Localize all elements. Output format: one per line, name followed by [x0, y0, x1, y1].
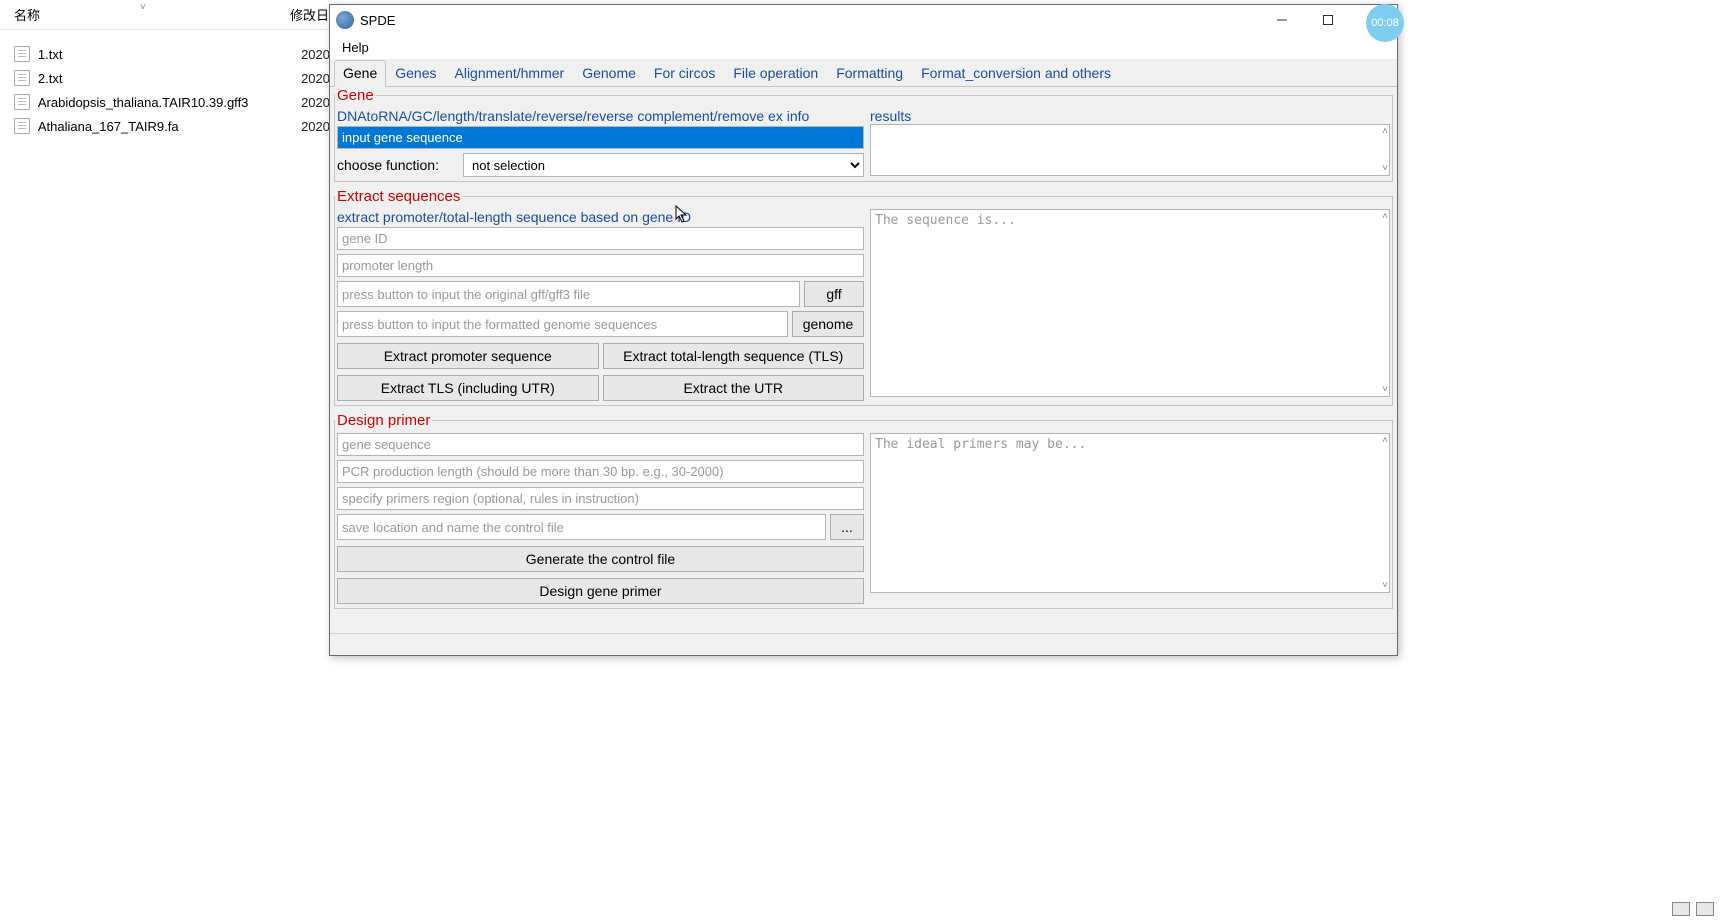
tab-file-operation[interactable]: File operation — [724, 60, 827, 86]
design-gene-primer-button[interactable]: Design gene primer — [337, 578, 864, 604]
genome-path-input[interactable] — [337, 311, 788, 337]
primers-region-input[interactable] — [337, 487, 864, 510]
menu-help[interactable]: Help — [336, 38, 375, 57]
file-name: 2.txt — [38, 71, 301, 86]
file-icon — [14, 70, 30, 86]
generate-control-file-button[interactable]: Generate the control file — [337, 546, 864, 572]
file-name: Arabidopsis_thaliana.TAIR10.39.gff3 — [38, 95, 301, 110]
file-name: Athaliana_167_TAIR9.fa — [38, 119, 301, 134]
tray-icon[interactable] — [1696, 902, 1714, 916]
tab-genes[interactable]: Genes — [386, 60, 445, 86]
primer-results-output[interactable] — [870, 433, 1390, 593]
scroll-down-icon[interactable]: ˅ — [1382, 580, 1388, 591]
extract-legend: Extract sequences — [335, 188, 462, 205]
tabbar: Gene Genes Alignment/hmmer Genome For ci… — [330, 59, 1397, 87]
scroll-down-icon[interactable]: ˅ — [1382, 384, 1388, 395]
app-icon — [336, 11, 354, 29]
tray-icons — [1672, 902, 1714, 916]
extract-desc-label: extract promoter/total-length sequence b… — [337, 209, 864, 227]
choose-function-label: choose function: — [337, 157, 457, 173]
titlebar: SPDE — [330, 5, 1397, 35]
extract-utr-button[interactable]: Extract the UTR — [603, 375, 865, 401]
column-date-header[interactable]: 修改日 — [290, 5, 330, 24]
gene-sequence-input[interactable] — [337, 126, 864, 149]
gff-browse-button[interactable]: gff — [804, 281, 864, 307]
minimize-button[interactable] — [1259, 5, 1305, 35]
gene-desc-label: DNAtoRNA/GC/length/translate/reverse/rev… — [337, 108, 864, 126]
scroll-down-icon[interactable]: ˅ — [1382, 163, 1388, 174]
pcr-length-input[interactable] — [337, 460, 864, 483]
choose-function-select[interactable]: not selection — [463, 153, 864, 177]
file-row[interactable]: Athaliana_167_TAIR9.fa 2020 — [0, 114, 330, 138]
extract-sequences-group: Extract sequences extract promoter/total… — [334, 188, 1393, 406]
file-date: 2020 — [301, 71, 330, 86]
tab-genome[interactable]: Genome — [573, 60, 645, 86]
design-primer-group: Design primer ... Generate the control f… — [334, 412, 1393, 609]
control-file-browse-button[interactable]: ... — [830, 514, 864, 540]
tab-format-conversion[interactable]: Format_conversion and others — [912, 60, 1120, 86]
primer-legend: Design primer — [335, 412, 432, 429]
scroll-up-icon[interactable]: ˄ — [1382, 435, 1388, 446]
tab-gene[interactable]: Gene — [334, 60, 386, 87]
promoter-length-input[interactable] — [337, 254, 864, 277]
file-icon — [14, 46, 30, 62]
extract-tls-utr-button[interactable]: Extract TLS (including UTR) — [337, 375, 599, 401]
results-label: results — [870, 108, 1390, 124]
recording-timer-badge: 00:08 — [1366, 4, 1404, 42]
statusbar — [330, 633, 1397, 655]
scroll-up-icon[interactable]: ˄ — [1382, 211, 1388, 222]
extract-tls-button[interactable]: Extract total-length sequence (TLS) — [603, 343, 865, 369]
gene-results-output[interactable] — [870, 124, 1390, 176]
gene-group: Gene DNAtoRNA/GC/length/translate/revers… — [334, 87, 1393, 182]
window-title: SPDE — [360, 13, 395, 28]
extract-results-output[interactable] — [870, 209, 1390, 397]
control-file-path-input[interactable] — [337, 514, 826, 540]
file-date: 2020 — [301, 47, 330, 62]
file-row[interactable]: 2.txt 2020 — [0, 66, 330, 90]
extract-promoter-button[interactable]: Extract promoter sequence — [337, 343, 599, 369]
file-list: 1.txt 2020 2.txt 2020 Arabidopsis_thalia… — [0, 30, 330, 138]
gene-id-input[interactable] — [337, 227, 864, 250]
file-row[interactable]: Arabidopsis_thaliana.TAIR10.39.gff3 2020 — [0, 90, 330, 114]
tab-content: Gene DNAtoRNA/GC/length/translate/revers… — [330, 87, 1397, 633]
file-date: 2020 — [301, 119, 330, 134]
tab-alignment-hmmer[interactable]: Alignment/hmmer — [446, 60, 574, 86]
gff-path-input[interactable] — [337, 281, 800, 307]
file-name: 1.txt — [38, 47, 301, 62]
tab-for-circos[interactable]: For circos — [645, 60, 724, 86]
menubar: Help — [330, 35, 1397, 59]
file-icon — [14, 118, 30, 134]
gene-legend: Gene — [335, 87, 376, 104]
primer-gene-sequence-input[interactable] — [337, 433, 864, 456]
sort-indicator-icon: ˅ — [140, 2, 146, 13]
file-date: 2020 — [301, 95, 330, 110]
maximize-button[interactable] — [1305, 5, 1351, 35]
genome-browse-button[interactable]: genome — [792, 311, 864, 337]
file-icon — [14, 94, 30, 110]
explorer-header: ˅ 名称 修改日 — [0, 0, 330, 30]
tab-formatting[interactable]: Formatting — [827, 60, 912, 86]
file-explorer: ˅ 名称 修改日 1.txt 2020 2.txt 2020 Arabidops… — [0, 0, 330, 924]
tray-icon[interactable] — [1672, 902, 1690, 916]
scroll-up-icon[interactable]: ˄ — [1382, 126, 1388, 137]
file-row[interactable]: 1.txt 2020 — [0, 42, 330, 66]
spde-window: SPDE Help Gene Genes Alignment/hmmer Gen… — [329, 4, 1398, 656]
